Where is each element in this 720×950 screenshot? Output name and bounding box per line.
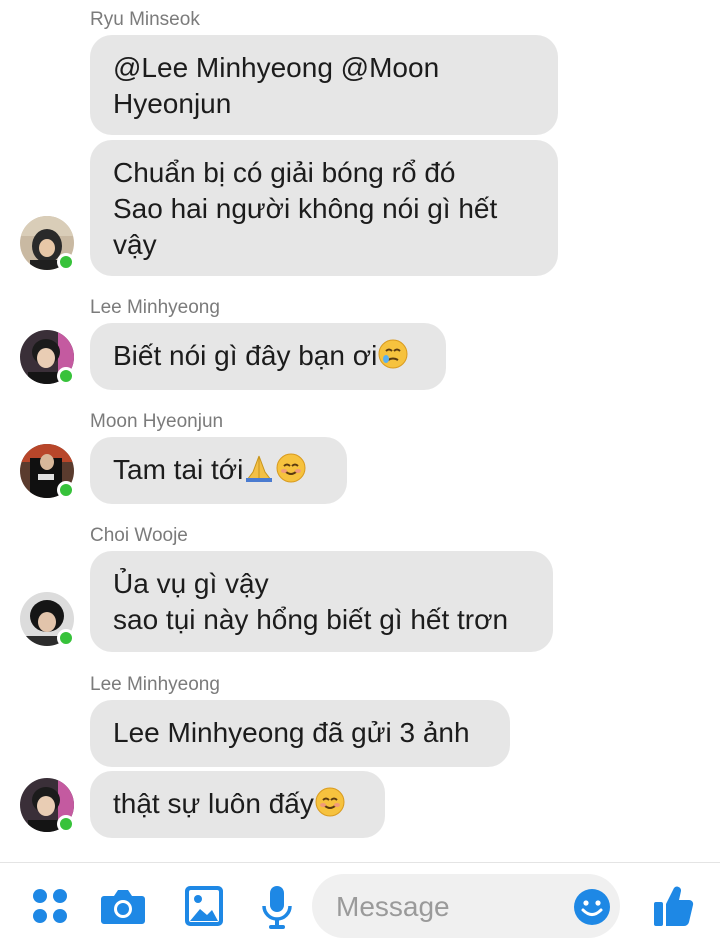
message-text: Tam tai tới xyxy=(113,454,244,485)
message-bubble[interactable]: thật sự luôn đấy xyxy=(90,771,385,838)
smiling-face-emoji-icon xyxy=(275,452,307,493)
avatar[interactable] xyxy=(20,330,75,385)
message-input[interactable] xyxy=(334,888,558,926)
online-indicator xyxy=(57,481,75,499)
message-text: Biết nói gì đây bạn ơi xyxy=(113,340,378,371)
online-indicator xyxy=(57,629,75,647)
microphone-icon[interactable] xyxy=(260,884,294,935)
sender-name: Lee Minhyeong xyxy=(90,674,220,695)
online-indicator xyxy=(57,815,75,833)
avatar[interactable] xyxy=(20,778,75,833)
avatar[interactable] xyxy=(20,444,75,499)
message-bubble[interactable]: Chuẩn bị có giải bóng rổ đó Sao hai ngườ… xyxy=(90,140,558,276)
sender-name: Moon Hyeonjun xyxy=(90,411,224,432)
image-icon[interactable] xyxy=(184,885,224,932)
face-holding-back-tears-emoji-icon xyxy=(377,338,409,379)
message-bubble[interactable]: Ủa vụ gì vậy sao tụi này hổng biết gì hế… xyxy=(90,551,553,652)
message-text: thật sự luôn đấy xyxy=(113,788,314,819)
thumbs-up-icon[interactable] xyxy=(652,884,694,933)
online-indicator xyxy=(57,253,75,271)
message-bubble[interactable]: Biết nói gì đây bạn ơi xyxy=(90,323,446,390)
message-bubble[interactable]: @Lee Minhyeong @Moon Hyeonjun xyxy=(90,35,558,135)
folded-hands-emoji-icon xyxy=(243,452,275,493)
avatar[interactable] xyxy=(20,592,75,647)
message-bubble[interactable]: Lee Minhyeong đã gửi 3 ảnh xyxy=(90,700,510,767)
message-bubble[interactable]: Tam tai tới xyxy=(90,437,347,504)
message-field[interactable] xyxy=(312,874,620,938)
camera-icon[interactable] xyxy=(100,886,146,931)
menu-dots-icon[interactable] xyxy=(30,886,70,931)
sender-name: Choi Wooje xyxy=(90,525,188,546)
emoji-icon[interactable] xyxy=(573,888,611,931)
smiling-face-emoji-icon xyxy=(314,786,346,827)
avatar[interactable] xyxy=(20,216,75,271)
sender-name: Lee Minhyeong xyxy=(90,297,220,318)
online-indicator xyxy=(57,367,75,385)
sender-name: Ryu Minseok xyxy=(90,9,200,30)
